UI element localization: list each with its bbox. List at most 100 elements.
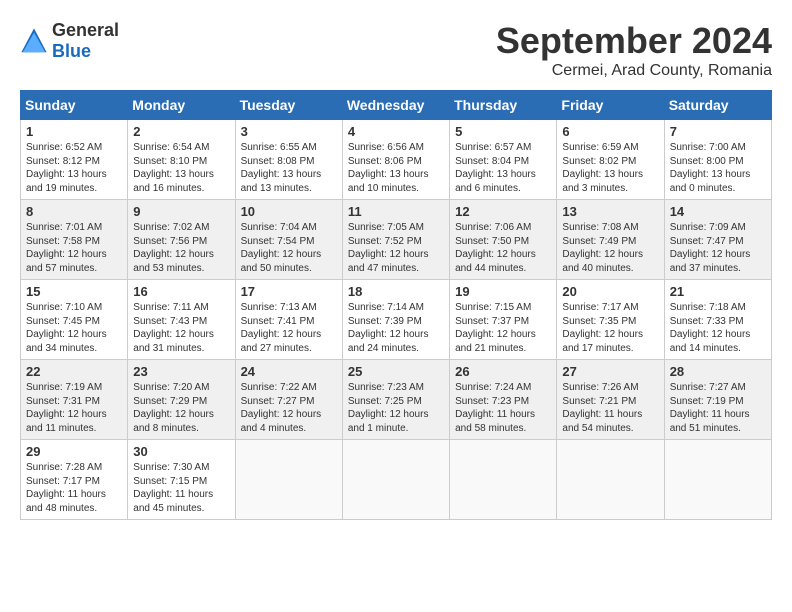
day-number: 1	[26, 124, 122, 139]
sunrise-label: Sunrise: 6:52 AM	[26, 142, 102, 153]
sunset-label: Sunset: 7:17 PM	[26, 476, 100, 487]
calendar-cell: 13 Sunrise: 7:08 AM Sunset: 7:49 PM Dayl…	[557, 200, 664, 280]
sunset-label: Sunset: 7:35 PM	[562, 316, 636, 327]
calendar-cell	[235, 440, 342, 520]
weekday-header: Saturday	[664, 91, 771, 120]
day-number: 3	[241, 124, 337, 139]
sunset-label: Sunset: 8:08 PM	[241, 156, 315, 167]
daylight-label: Daylight: 12 hours and 57 minutes.	[26, 249, 107, 274]
day-info: Sunrise: 7:04 AM Sunset: 7:54 PM Dayligh…	[241, 221, 337, 275]
sunset-label: Sunset: 8:10 PM	[133, 156, 207, 167]
logo-general: General	[52, 20, 119, 40]
daylight-label: Daylight: 12 hours and 21 minutes.	[455, 329, 536, 354]
calendar-cell: 19 Sunrise: 7:15 AM Sunset: 7:37 PM Dayl…	[450, 280, 557, 360]
daylight-label: Daylight: 13 hours and 13 minutes.	[241, 169, 322, 194]
sunrise-label: Sunrise: 7:26 AM	[562, 382, 638, 393]
title-block: September 2024 Cermei, Arad County, Roma…	[496, 20, 772, 80]
day-number: 25	[348, 364, 444, 379]
calendar-week-row: 29 Sunrise: 7:28 AM Sunset: 7:17 PM Dayl…	[21, 440, 772, 520]
calendar-cell: 4 Sunrise: 6:56 AM Sunset: 8:06 PM Dayli…	[342, 120, 449, 200]
day-info: Sunrise: 6:55 AM Sunset: 8:08 PM Dayligh…	[241, 141, 337, 195]
day-number: 19	[455, 284, 551, 299]
calendar-cell: 24 Sunrise: 7:22 AM Sunset: 7:27 PM Dayl…	[235, 360, 342, 440]
calendar-cell	[342, 440, 449, 520]
month-year-title: September 2024	[496, 20, 772, 62]
day-info: Sunrise: 6:56 AM Sunset: 8:06 PM Dayligh…	[348, 141, 444, 195]
calendar-cell: 25 Sunrise: 7:23 AM Sunset: 7:25 PM Dayl…	[342, 360, 449, 440]
sunrise-label: Sunrise: 7:02 AM	[133, 222, 209, 233]
calendar-cell: 12 Sunrise: 7:06 AM Sunset: 7:50 PM Dayl…	[450, 200, 557, 280]
calendar-cell: 9 Sunrise: 7:02 AM Sunset: 7:56 PM Dayli…	[128, 200, 235, 280]
sunrise-label: Sunrise: 6:54 AM	[133, 142, 209, 153]
day-info: Sunrise: 7:27 AM Sunset: 7:19 PM Dayligh…	[670, 381, 766, 435]
calendar-table: SundayMondayTuesdayWednesdayThursdayFrid…	[20, 90, 772, 520]
day-info: Sunrise: 7:01 AM Sunset: 7:58 PM Dayligh…	[26, 221, 122, 275]
daylight-label: Daylight: 12 hours and 44 minutes.	[455, 249, 536, 274]
day-info: Sunrise: 6:54 AM Sunset: 8:10 PM Dayligh…	[133, 141, 229, 195]
sunrise-label: Sunrise: 6:55 AM	[241, 142, 317, 153]
day-number: 29	[26, 444, 122, 459]
sunset-label: Sunset: 7:37 PM	[455, 316, 529, 327]
daylight-label: Daylight: 12 hours and 27 minutes.	[241, 329, 322, 354]
day-number: 12	[455, 204, 551, 219]
day-info: Sunrise: 7:05 AM Sunset: 7:52 PM Dayligh…	[348, 221, 444, 275]
sunset-label: Sunset: 8:06 PM	[348, 156, 422, 167]
sunset-label: Sunset: 7:47 PM	[670, 236, 744, 247]
day-info: Sunrise: 7:28 AM Sunset: 7:17 PM Dayligh…	[26, 461, 122, 515]
calendar-week-row: 22 Sunrise: 7:19 AM Sunset: 7:31 PM Dayl…	[21, 360, 772, 440]
day-info: Sunrise: 7:30 AM Sunset: 7:15 PM Dayligh…	[133, 461, 229, 515]
day-info: Sunrise: 7:14 AM Sunset: 7:39 PM Dayligh…	[348, 301, 444, 355]
day-number: 15	[26, 284, 122, 299]
sunrise-label: Sunrise: 7:04 AM	[241, 222, 317, 233]
calendar-week-row: 8 Sunrise: 7:01 AM Sunset: 7:58 PM Dayli…	[21, 200, 772, 280]
day-info: Sunrise: 7:02 AM Sunset: 7:56 PM Dayligh…	[133, 221, 229, 275]
calendar-week-row: 1 Sunrise: 6:52 AM Sunset: 8:12 PM Dayli…	[21, 120, 772, 200]
day-info: Sunrise: 7:09 AM Sunset: 7:47 PM Dayligh…	[670, 221, 766, 275]
sunrise-label: Sunrise: 7:19 AM	[26, 382, 102, 393]
sunrise-label: Sunrise: 7:14 AM	[348, 302, 424, 313]
day-info: Sunrise: 7:24 AM Sunset: 7:23 PM Dayligh…	[455, 381, 551, 435]
day-number: 30	[133, 444, 229, 459]
sunset-label: Sunset: 7:27 PM	[241, 396, 315, 407]
calendar-cell: 6 Sunrise: 6:59 AM Sunset: 8:02 PM Dayli…	[557, 120, 664, 200]
day-info: Sunrise: 7:22 AM Sunset: 7:27 PM Dayligh…	[241, 381, 337, 435]
logo-text: General Blue	[52, 20, 119, 62]
sunrise-label: Sunrise: 7:23 AM	[348, 382, 424, 393]
daylight-label: Daylight: 12 hours and 1 minute.	[348, 409, 429, 434]
sunrise-label: Sunrise: 7:10 AM	[26, 302, 102, 313]
daylight-label: Daylight: 12 hours and 53 minutes.	[133, 249, 214, 274]
day-number: 4	[348, 124, 444, 139]
daylight-label: Daylight: 11 hours and 54 minutes.	[562, 409, 642, 434]
daylight-label: Daylight: 12 hours and 17 minutes.	[562, 329, 643, 354]
day-number: 10	[241, 204, 337, 219]
day-info: Sunrise: 7:18 AM Sunset: 7:33 PM Dayligh…	[670, 301, 766, 355]
sunrise-label: Sunrise: 7:01 AM	[26, 222, 102, 233]
day-number: 20	[562, 284, 658, 299]
sunrise-label: Sunrise: 7:15 AM	[455, 302, 531, 313]
sunset-label: Sunset: 7:58 PM	[26, 236, 100, 247]
day-info: Sunrise: 7:20 AM Sunset: 7:29 PM Dayligh…	[133, 381, 229, 435]
day-number: 9	[133, 204, 229, 219]
weekday-header-row: SundayMondayTuesdayWednesdayThursdayFrid…	[21, 91, 772, 120]
day-info: Sunrise: 7:00 AM Sunset: 8:00 PM Dayligh…	[670, 141, 766, 195]
calendar-cell: 18 Sunrise: 7:14 AM Sunset: 7:39 PM Dayl…	[342, 280, 449, 360]
day-info: Sunrise: 7:10 AM Sunset: 7:45 PM Dayligh…	[26, 301, 122, 355]
daylight-label: Daylight: 12 hours and 50 minutes.	[241, 249, 322, 274]
calendar-cell: 8 Sunrise: 7:01 AM Sunset: 7:58 PM Dayli…	[21, 200, 128, 280]
day-number: 6	[562, 124, 658, 139]
daylight-label: Daylight: 12 hours and 31 minutes.	[133, 329, 214, 354]
day-info: Sunrise: 7:06 AM Sunset: 7:50 PM Dayligh…	[455, 221, 551, 275]
location-subtitle: Cermei, Arad County, Romania	[496, 62, 772, 80]
calendar-cell: 5 Sunrise: 6:57 AM Sunset: 8:04 PM Dayli…	[450, 120, 557, 200]
day-number: 11	[348, 204, 444, 219]
day-number: 18	[348, 284, 444, 299]
day-number: 28	[670, 364, 766, 379]
calendar-cell: 21 Sunrise: 7:18 AM Sunset: 7:33 PM Dayl…	[664, 280, 771, 360]
daylight-label: Daylight: 12 hours and 34 minutes.	[26, 329, 107, 354]
sunrise-label: Sunrise: 6:57 AM	[455, 142, 531, 153]
daylight-label: Daylight: 13 hours and 16 minutes.	[133, 169, 214, 194]
day-number: 14	[670, 204, 766, 219]
sunset-label: Sunset: 8:04 PM	[455, 156, 529, 167]
day-number: 2	[133, 124, 229, 139]
calendar-cell: 26 Sunrise: 7:24 AM Sunset: 7:23 PM Dayl…	[450, 360, 557, 440]
